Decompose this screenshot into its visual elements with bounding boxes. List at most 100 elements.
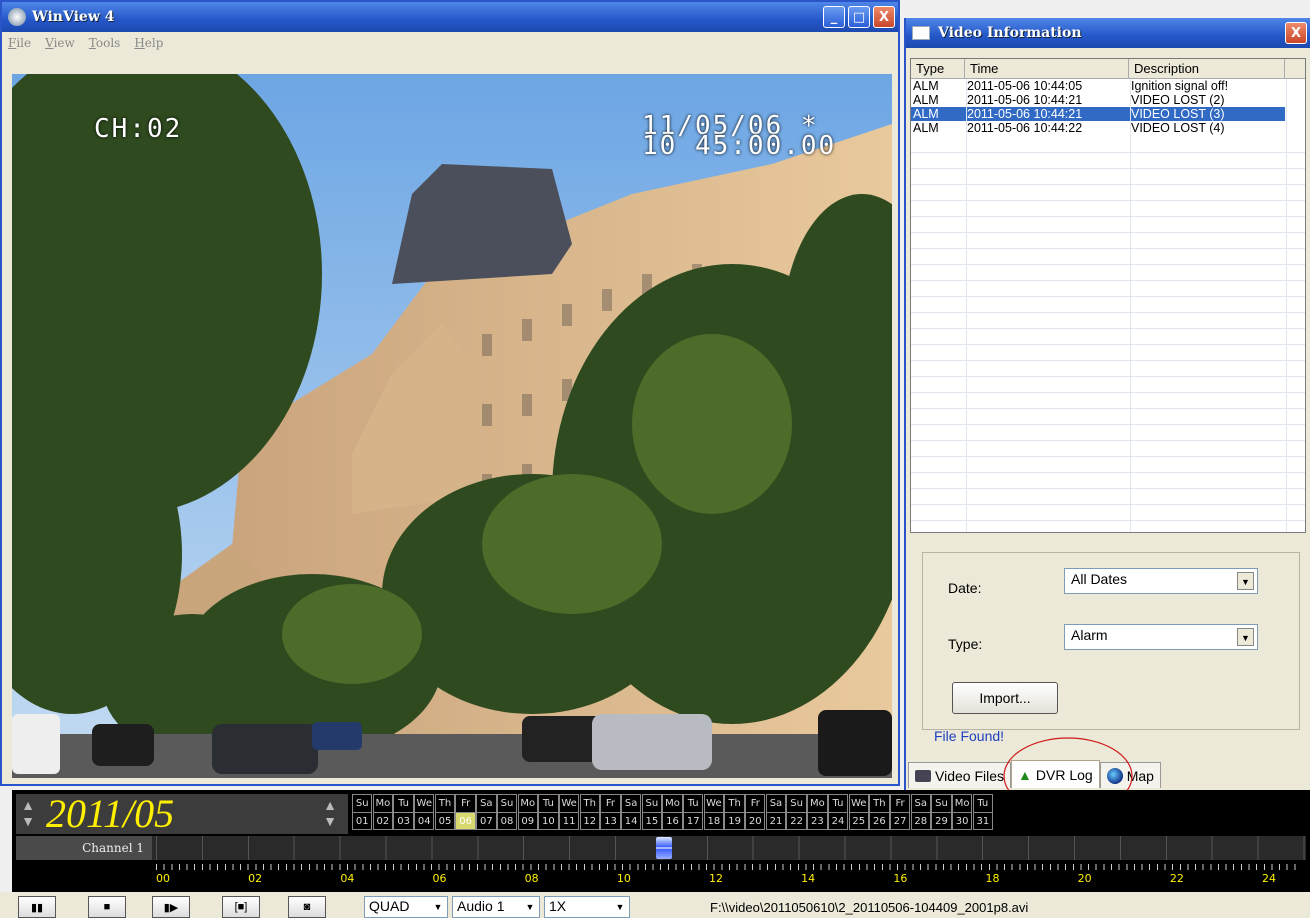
fullscreen-icon: [■] [234,901,248,913]
event-log-list[interactable]: Type Time Description ALM 2011-05-06 10:… [910,58,1306,533]
table-row[interactable]: ALM 2011-05-06 10:44:05 Ignition signal … [911,79,1305,93]
day-cell[interactable]: Tu 03 [393,794,414,834]
day-cell[interactable]: Mo 30 [951,794,973,834]
day-cell[interactable]: Su 22 [786,794,807,834]
day-cell[interactable]: We 04 [414,794,435,834]
chevron-down-icon[interactable]: ▼ [1237,572,1254,590]
tab-label: Video Files [935,767,1005,784]
day-cell[interactable]: Mo 23 [807,794,828,834]
day-number: 31 [972,812,994,830]
column-description[interactable]: Description [1129,59,1285,78]
video-frame[interactable]: CH:02 11/05/06 * 10 45:00.00 [12,74,892,778]
day-cell[interactable]: Su 08 [496,794,518,834]
day-cell[interactable]: Th 19 [724,794,745,834]
type-select[interactable]: Alarm ▼ [1064,624,1258,650]
day-name: Su [786,794,807,812]
day-cell[interactable]: Su 01 [352,794,373,834]
day-cell[interactable]: Mo 02 [372,794,394,834]
day-cell[interactable]: We 18 [703,794,725,834]
day-cell[interactable]: Sa 14 [620,794,642,834]
tab-video-files[interactable]: Video Files [908,762,1012,788]
day-cell[interactable]: Fr 20 [745,794,766,834]
day-name: We [558,794,580,812]
import-button[interactable]: Import... [952,682,1058,714]
day-cell[interactable]: We 11 [558,794,580,834]
menu-tools[interactable]: Tools [89,36,121,50]
day-cell[interactable]: Sa 28 [910,794,931,834]
minimize-button[interactable]: _ [823,6,845,28]
day-cell[interactable]: Sa 07 [476,794,497,834]
hour-label: 22 [1169,872,1184,885]
month-selector[interactable]: ▲ ▼ 2011/05 ▲ ▼ [16,794,348,834]
day-number: 05 [434,812,456,830]
stop-button[interactable]: ■ [88,896,126,918]
month-up-icon[interactable]: ▲ [20,798,36,812]
camera-icon: ◙ [303,901,311,913]
pause-button[interactable]: ▮▮ [18,896,56,918]
recording-marker[interactable] [656,837,672,859]
day-number: 08 [496,812,518,830]
month-down-icon[interactable]: ▼ [20,814,36,828]
menu-file[interactable]: File [8,36,31,50]
speed-select[interactable]: 1X ▼ [544,896,630,918]
chevron-down-icon[interactable]: ▼ [523,899,537,915]
chevron-down-icon[interactable]: ▼ [1237,628,1254,646]
day-scroll-down-icon[interactable]: ▼ [322,814,338,828]
fullscreen-button[interactable]: [■] [222,896,260,918]
day-number: 03 [393,812,414,830]
chevron-down-icon[interactable]: ▼ [431,899,445,915]
playback-controls: ▮▮ ■ ▮▶ [■] ◙ QUAD ▼ Audio 1 ▼ 1X ▼ F:\\… [0,892,1310,918]
audio-select[interactable]: Audio 1 ▼ [452,896,540,918]
date-select[interactable]: All Dates ▼ [1064,568,1258,594]
day-scroll-up-icon[interactable]: ▲ [322,798,338,812]
status-text: File Found! [934,728,1005,744]
row-time: 2011-05-06 10:44:21 [965,107,1129,121]
close-button[interactable]: X [873,6,895,28]
day-cell[interactable]: Tu 10 [538,794,559,834]
video-information-window: Video Information X Type Time Descriptio… [904,18,1310,815]
table-row[interactable]: ALM 2011-05-06 10:44:22 VIDEO LOST (4) [911,121,1305,135]
hour-labels: 00 02 04 06 08 10 12 14 16 18 20 22 24 [156,872,1302,888]
day-cell[interactable]: Tu 24 [827,794,849,834]
day-strip: Su 01 Mo 02 Tu 03 We 04 Th 05 Fr 06 Sa 07 Su 08 Mo 09 Tu 10… [352,794,994,834]
menu-view[interactable]: View [45,36,75,50]
day-cell[interactable]: Fr 27 [889,794,911,834]
column-type[interactable]: Type [911,59,965,78]
day-cell[interactable]: Su 15 [641,794,663,834]
view-mode-select[interactable]: QUAD ▼ [364,896,448,918]
channel-label: Channel 1 [16,836,152,860]
maximize-button[interactable]: □ [848,6,870,28]
info-titlebar[interactable]: Video Information X [906,18,1310,48]
info-close-button[interactable]: X [1285,22,1307,44]
day-cell[interactable]: Th 05 [434,794,456,834]
day-cell[interactable]: We 25 [848,794,869,834]
day-name: Sa [910,794,931,812]
row-type: ALM [913,121,939,135]
day-cell[interactable]: Th 26 [869,794,890,834]
day-cell[interactable]: Fr 13 [600,794,621,834]
menu-help[interactable]: Help [134,36,163,50]
day-number: 26 [869,812,890,830]
day-cell[interactable]: Tu 17 [683,794,704,834]
day-cell[interactable]: Tu 31 [972,794,994,834]
day-cell[interactable]: Sa 21 [765,794,787,834]
main-titlebar[interactable]: WinView 4 _ □ X [2,2,898,32]
list-grid [911,137,1305,532]
column-time[interactable]: Time [965,59,1129,78]
table-row[interactable]: ALM 2011-05-06 10:44:21 VIDEO LOST (2) [911,93,1305,107]
row-type: ALM [913,93,939,107]
day-cell[interactable]: Fr 06 [455,794,476,834]
chevron-down-icon[interactable]: ▼ [613,899,627,915]
day-cell[interactable]: Mo 16 [662,794,683,834]
type-select-value: Alarm [1071,627,1108,643]
step-forward-button[interactable]: ▮▶ [152,896,190,918]
table-row-selected[interactable]: ALM 2011-05-06 10:44:21 VIDEO LOST (3) [911,107,1305,121]
day-name: Su [496,794,518,812]
day-cell[interactable]: Su 29 [931,794,952,834]
snapshot-button[interactable]: ◙ [288,896,326,918]
video-scene-image [12,74,892,778]
day-number: 28 [910,812,931,830]
day-cell[interactable]: Th 12 [579,794,600,834]
day-cell[interactable]: Mo 09 [517,794,538,834]
day-number: 25 [848,812,869,830]
